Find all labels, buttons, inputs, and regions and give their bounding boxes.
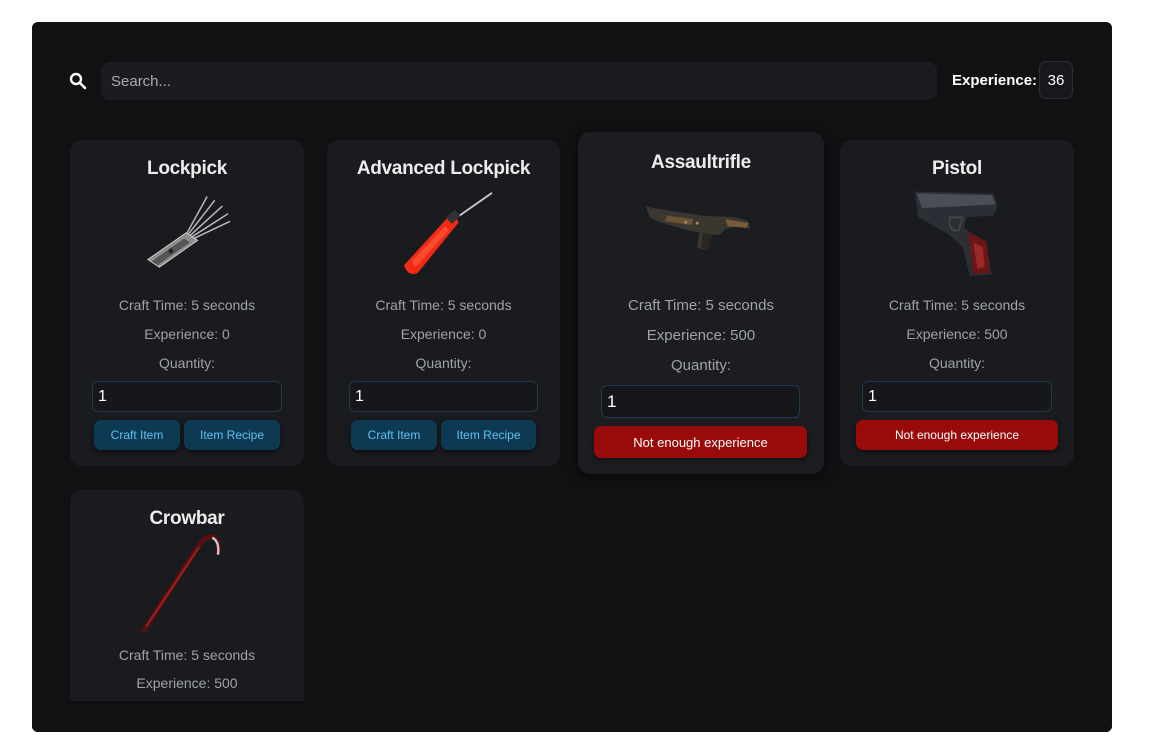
lockpick-icon	[147, 196, 231, 268]
quantity-label: Quantity:	[670, 357, 732, 374]
experience-requirement: Experience: 500	[136, 675, 238, 691]
crafting-panel: Experience: 36 Lockpick Craft Time: 5 se…	[32, 22, 1112, 732]
craft-time: Craft Time: 5 seconds	[888, 297, 1026, 313]
panel-bottom-strip	[32, 701, 1112, 732]
experience-requirement: Experience: 0	[400, 326, 487, 342]
item-card-lockpick: Lockpick Craft Time: 5 seconds Experienc…	[70, 140, 304, 466]
quantity-label: Quantity:	[415, 355, 472, 371]
craft-item-button[interactable]: Craft Item	[94, 420, 180, 450]
item-title: Advanced Lockpick	[356, 158, 531, 179]
pistol-icon	[914, 191, 998, 277]
craft-time: Craft Time: 5 seconds	[628, 297, 774, 314]
craft-time: Craft Time: 5 seconds	[118, 297, 256, 313]
item-title: Assaultrifle	[651, 152, 751, 173]
quantity-input[interactable]: 1	[349, 381, 538, 412]
item-card-crowbar: Crowbar Craft Time: 5 seconds Experience…	[70, 490, 304, 732]
item-title: Pistol	[932, 158, 982, 179]
item-title: Lockpick	[147, 158, 227, 179]
search-bar[interactable]	[101, 62, 937, 100]
quantity-input[interactable]: 1	[92, 381, 282, 412]
experience-value: 36	[1039, 61, 1073, 99]
experience-requirement: Experience: 0	[144, 326, 230, 342]
quantity-label: Quantity:	[928, 355, 986, 371]
craft-time: Craft Time: 5 seconds	[118, 647, 256, 663]
experience-requirement: Experience: 500	[906, 326, 1008, 342]
item-card-pistol: Pistol Craft Time: 5 seconds Experience:…	[840, 140, 1074, 466]
quantity-input[interactable]: 1	[862, 381, 1052, 412]
search-input[interactable]	[109, 71, 929, 91]
item-card-advanced-lockpick: Advanced Lockpick Craft Time: 5 seconds …	[327, 140, 560, 466]
item-title: Crowbar	[149, 508, 225, 529]
quantity-label: Quantity:	[158, 355, 216, 371]
craft-item-button[interactable]: Craft Item	[351, 420, 437, 450]
advanced-lockpick-icon	[403, 192, 493, 275]
search-icon[interactable]	[69, 72, 87, 90]
item-recipe-button[interactable]: Item Recipe	[441, 420, 536, 450]
experience-label: Experience:	[952, 72, 1038, 89]
crowbar-icon	[141, 534, 221, 633]
not-enough-experience-button[interactable]: Not enough experience	[594, 426, 807, 458]
not-enough-experience-button[interactable]: Not enough experience	[856, 420, 1058, 450]
quantity-input[interactable]: 1	[601, 385, 800, 418]
item-recipe-button[interactable]: Item Recipe	[184, 420, 280, 450]
assaultrifle-icon	[645, 206, 751, 250]
experience-requirement: Experience: 500	[646, 327, 756, 344]
item-card-assaultrifle: Assaultrifle Craft Time: 5 seconds Exper…	[578, 132, 824, 474]
craft-time: Craft Time: 5 seconds	[375, 297, 512, 313]
